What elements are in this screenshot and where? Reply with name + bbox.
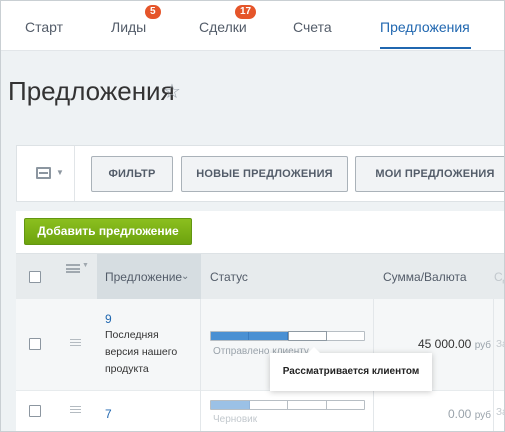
status-label: Черновик — [213, 414, 258, 425]
page-title: Предложения — [8, 76, 175, 106]
currency-label: руб — [474, 410, 491, 421]
tab-start[interactable]: Старт — [25, 19, 63, 35]
caret-down-icon: ▼ — [56, 168, 64, 177]
status-segment[interactable] — [288, 401, 327, 409]
table-row[interactable]: 7 Черновик 0.00 руб За — [16, 391, 504, 431]
top-nav: Старт Лиды 5 Сделки 17 Счета Предложения — [1, 1, 504, 51]
column-divider — [200, 299, 201, 391]
quote-title-line: продукта — [105, 363, 149, 375]
deal-cell: За — [496, 339, 504, 350]
quote-title: Последняя версия нашего продукта — [105, 327, 200, 378]
column-header-quote-label: Предложение — [105, 270, 183, 284]
status-progress-bar[interactable] — [210, 400, 365, 410]
crm-window: Старт Лиды 5 Сделки 17 Счета Предложения… — [0, 0, 505, 432]
filter-button[interactable]: ФИЛЬТР — [91, 156, 173, 192]
column-divider — [200, 391, 201, 431]
amount-value: 45 000.00 — [417, 337, 472, 351]
quote-title-line: Последняя — [105, 329, 159, 341]
select-all-checkbox[interactable] — [29, 271, 41, 283]
status-progress-bar[interactable] — [210, 331, 365, 341]
status-segment[interactable] — [250, 401, 288, 409]
my-quotes-button[interactable]: МОИ ПРЕДЛОЖЕНИЯ — [355, 156, 504, 192]
column-header-deal[interactable]: Сд — [494, 254, 504, 300]
amount-value: 0.00 — [448, 407, 472, 421]
view-switcher[interactable]: ▼ — [17, 146, 75, 201]
active-tab-indicator — [380, 47, 471, 49]
quote-id-link[interactable]: 9 — [105, 312, 112, 326]
new-quotes-button[interactable]: НОВЫЕ ПРЕДЛОЖЕНИЯ — [181, 156, 348, 192]
deals-count-badge: 17 — [235, 5, 257, 19]
row-menu-icon[interactable] — [70, 406, 81, 415]
sort-chevron-icon: ⌄ — [181, 271, 190, 282]
deal-cell: За — [496, 407, 504, 418]
tab-quotes[interactable]: Предложения — [380, 19, 470, 35]
row-checkbox[interactable] — [29, 338, 41, 350]
status-segment[interactable] — [327, 401, 365, 409]
leads-count-badge: 5 — [145, 5, 161, 19]
star-outline-icon[interactable]: ☆ — [163, 79, 181, 104]
amount-cell: 45 000.00 руб — [381, 337, 491, 351]
row-checkbox[interactable] — [29, 405, 41, 417]
row-menu-icon[interactable] — [70, 339, 81, 348]
list-view-icon — [36, 167, 51, 179]
grid-header: ▼ Предложение ⌄ Статус Сумма/Валюта Сд — [16, 253, 504, 300]
tab-leads[interactable]: Лиды — [111, 19, 146, 35]
status-segment[interactable] — [327, 332, 364, 340]
filter-bar: ▼ ФИЛЬТР НОВЫЕ ПРЕДЛОЖЕНИЯ МОИ ПРЕДЛОЖЕН… — [16, 145, 504, 202]
column-header-quote[interactable]: Предложение ⌄ — [97, 254, 201, 300]
status-segment[interactable] — [211, 401, 250, 409]
settings-caret-icon: ▼ — [82, 262, 89, 269]
status-segment[interactable] — [249, 332, 288, 340]
tab-invoices[interactable]: Счета — [293, 19, 332, 35]
column-settings-icon[interactable] — [66, 264, 80, 273]
tab-deals[interactable]: Сделки — [199, 19, 247, 35]
status-segment[interactable] — [287, 331, 327, 341]
currency-label: руб — [474, 340, 491, 351]
amount-cell: 0.00 руб — [381, 407, 491, 421]
quote-title-line: версия нашего — [105, 346, 178, 358]
column-divider — [493, 299, 494, 391]
quote-id-link[interactable]: 7 — [105, 407, 112, 421]
add-quote-button[interactable]: Добавить предложение — [24, 218, 192, 245]
column-header-status[interactable]: Статус — [210, 254, 248, 300]
column-divider — [373, 391, 374, 431]
column-divider — [493, 391, 494, 431]
column-header-amount[interactable]: Сумма/Валюта — [383, 254, 467, 300]
quotes-grid: Добавить предложение ▼ Предложение ⌄ Ста… — [16, 211, 504, 431]
status-tooltip: Рассматривается клиентом — [270, 347, 432, 391]
status-segment[interactable] — [211, 332, 250, 340]
